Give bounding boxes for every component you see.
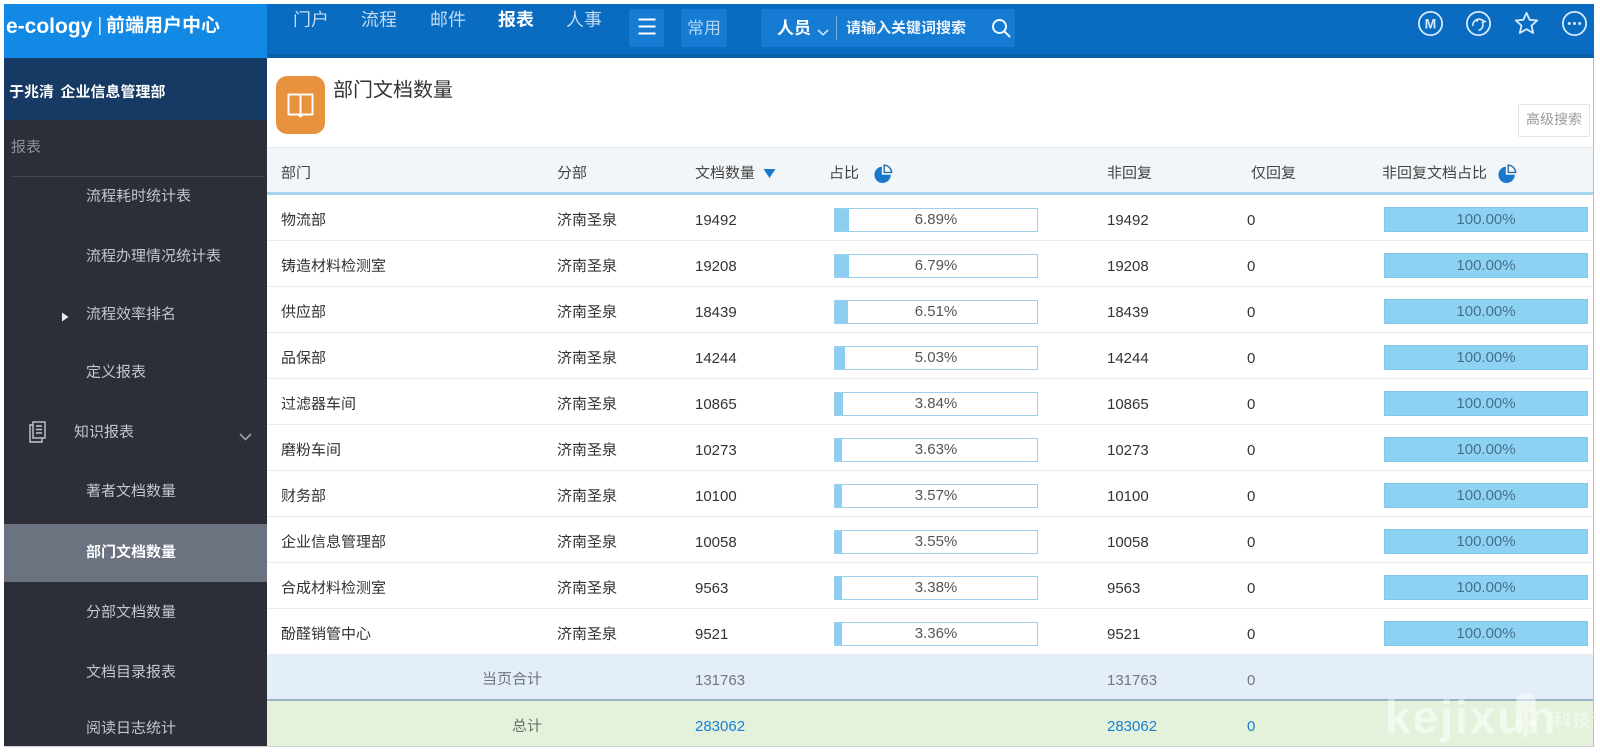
svg-text:M: M <box>1425 16 1437 32</box>
